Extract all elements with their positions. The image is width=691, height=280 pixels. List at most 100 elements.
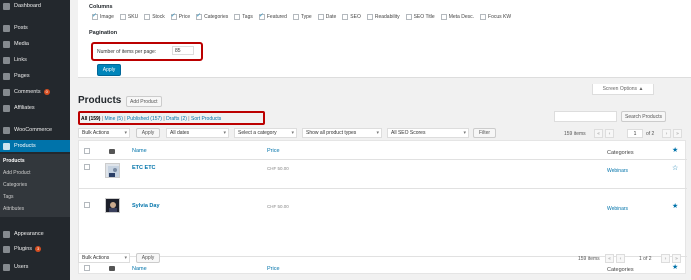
column-toggle-categories[interactable]: Categories (196, 12, 228, 20)
total-pages-label: of 2 (646, 131, 655, 137)
row-checkbox[interactable] (84, 164, 90, 170)
dates-filter-select[interactable]: All dates (166, 128, 229, 138)
sidebar-item-dashboard[interactable]: Dashboard (0, 0, 70, 12)
column-toggle-price[interactable]: Price (170, 12, 190, 20)
column-toggle-meta-desc[interactable]: Meta Desc. (440, 14, 474, 20)
pin-icon (3, 24, 10, 32)
sort-products-link[interactable]: Sort Products (191, 116, 221, 122)
filter-button[interactable]: Filter (473, 128, 496, 138)
sidebar-item-links[interactable]: Links (0, 54, 70, 66)
column-footer-name[interactable]: Name (132, 266, 147, 272)
submenu-item-attributes[interactable]: Attributes (3, 206, 24, 212)
checkbox[interactable] (480, 14, 487, 20)
checkbox[interactable] (170, 12, 177, 20)
checkbox[interactable] (119, 14, 126, 20)
product-image-icon (108, 166, 119, 177)
apply-screen-options-button[interactable]: Apply (97, 64, 121, 76)
column-toggle-tags[interactable]: Tags (234, 14, 253, 20)
column-header-price[interactable]: Price (267, 148, 280, 154)
product-name-link[interactable]: ETC ETC (132, 165, 156, 171)
select-all-checkbox-footer[interactable] (84, 265, 90, 271)
column-toggle-featured[interactable]: Featured (258, 12, 287, 20)
column-toggle-seo-title[interactable]: SEO Title (405, 14, 435, 20)
current-page-input[interactable]: 1 (627, 129, 643, 138)
sidebar-item-affiliates[interactable]: Affiliates (0, 102, 70, 114)
product-thumbnail[interactable] (105, 163, 120, 178)
column-toggle-label: Date (325, 14, 337, 20)
prev-page-button[interactable]: ‹ (605, 129, 614, 138)
view-all-link[interactable]: All (159) (81, 116, 100, 122)
column-footer-price[interactable]: Price (267, 266, 280, 272)
checkbox[interactable] (234, 14, 241, 20)
last-page-button-bottom[interactable]: » (672, 254, 681, 263)
product-category-link[interactable]: Webinars (607, 206, 628, 212)
sidebar-item-label: Plugins (14, 246, 33, 252)
checkbox[interactable] (366, 14, 373, 20)
product-thumbnail[interactable] (105, 198, 120, 213)
checkbox[interactable] (317, 14, 324, 20)
bulk-apply-button-bottom[interactable]: Apply (136, 253, 160, 263)
submenu-item-products[interactable]: Products (3, 158, 25, 164)
column-toggle-label: Focus KW (488, 14, 512, 20)
per-page-input[interactable]: 85 (172, 46, 194, 55)
next-page-button-bottom[interactable]: › (661, 254, 670, 263)
sidebar-item-appearance[interactable]: Appearance (0, 228, 70, 240)
column-toggle-image[interactable]: Image (92, 12, 114, 20)
column-toggle-readability[interactable]: Readability (366, 14, 400, 20)
submenu-item-tags[interactable]: Tags (3, 194, 14, 200)
bulk-actions-select-bottom[interactable]: Bulk Actions (78, 253, 130, 263)
submenu-item-add-product[interactable]: Add Product (3, 170, 31, 176)
first-page-button-bottom[interactable]: « (605, 254, 614, 263)
prev-page-button-bottom[interactable]: ‹ (616, 254, 625, 263)
checkbox[interactable] (196, 12, 203, 20)
category-filter-select[interactable]: Select a category (234, 128, 297, 138)
views-list: All (159) | Mine (5) | Published (157) |… (81, 116, 221, 122)
next-page-button[interactable]: › (662, 129, 671, 138)
column-toggle-sku[interactable]: SKU (119, 14, 138, 20)
bulk-apply-button[interactable]: Apply (136, 128, 160, 138)
checkbox[interactable] (258, 12, 265, 20)
column-toggle-type[interactable]: Type (292, 14, 312, 20)
sidebar-item-users[interactable]: Users (0, 261, 70, 273)
divider (79, 159, 687, 160)
view-mine-link[interactable]: Mine (5) (105, 116, 123, 122)
checkbox[interactable] (440, 14, 447, 20)
featured-column-star-icon[interactable]: ★ (672, 146, 678, 154)
seo-score-filter-select[interactable]: All SEO Scores (387, 128, 469, 138)
featured-toggle-star-icon[interactable]: ★ (672, 202, 678, 210)
column-header-name[interactable]: Name (132, 148, 147, 154)
sidebar-item-comments[interactable]: Comments 0 (0, 86, 70, 98)
product-name-link[interactable]: Sylvia Day (132, 203, 160, 209)
add-product-button[interactable]: Add Product (126, 96, 162, 107)
column-toggle-seo[interactable]: SEO (342, 14, 361, 20)
column-toggle-stock[interactable]: Stock (144, 14, 165, 20)
sidebar-item-products[interactable]: Products (0, 140, 70, 152)
sidebar-item-posts[interactable]: Posts (0, 22, 70, 34)
checkbox[interactable] (92, 12, 98, 20)
last-page-button[interactable]: » (673, 129, 682, 138)
row-checkbox[interactable] (84, 202, 90, 208)
sidebar-item-pages[interactable]: Pages (0, 70, 70, 82)
search-products-button[interactable]: Search Products (621, 111, 666, 122)
product-category-link[interactable]: Webinars (607, 168, 628, 174)
product-type-filter-select[interactable]: Show all product types (302, 128, 382, 138)
submenu-item-categories[interactable]: Categories (3, 182, 27, 188)
checkbox[interactable] (405, 14, 412, 20)
checkbox[interactable] (144, 14, 151, 20)
column-toggle-date[interactable]: Date (317, 14, 337, 20)
sidebar-item-media[interactable]: Media (0, 38, 70, 50)
column-toggle-focus-kw[interactable]: Focus KW (480, 14, 511, 20)
sidebar-item-woocommerce[interactable]: WooCommerce (0, 124, 70, 136)
checkbox[interactable] (342, 14, 349, 20)
featured-toggle-star-icon[interactable]: ☆ (672, 164, 678, 172)
select-all-checkbox[interactable] (84, 148, 90, 154)
screen-options-tab[interactable]: Screen Options ▲ (592, 84, 654, 95)
view-published-link[interactable]: Published (157) (127, 116, 162, 122)
featured-column-footer-star-icon[interactable]: ★ (672, 263, 678, 271)
bulk-actions-select[interactable]: Bulk Actions (78, 128, 130, 138)
view-drafts-link[interactable]: Drafts (2) (166, 116, 187, 122)
sidebar-item-plugins[interactable]: Plugins 3 (0, 243, 70, 255)
checkbox[interactable] (292, 14, 299, 20)
search-input[interactable] (554, 111, 617, 122)
first-page-button[interactable]: « (594, 129, 603, 138)
